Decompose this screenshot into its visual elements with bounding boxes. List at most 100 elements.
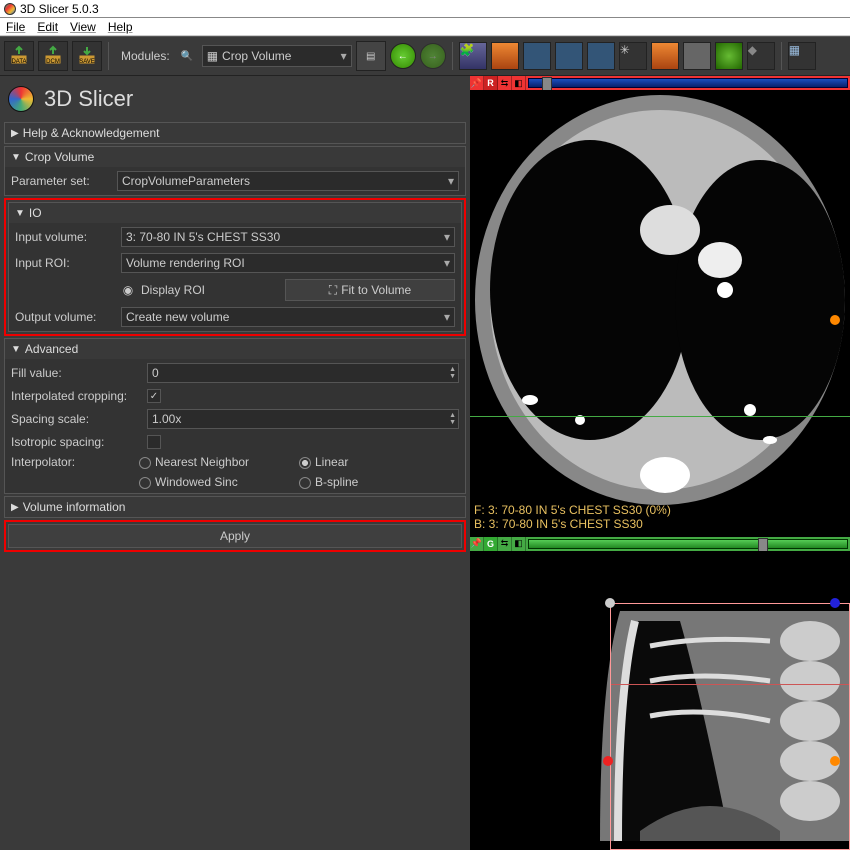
ext-icon-1[interactable]: 🧩 [459, 42, 487, 70]
input-roi-combo[interactable]: Volume rendering ROI [121, 253, 455, 273]
red-slice-controls: 📌 R ⇆ ◧ [470, 76, 850, 90]
toolbar-separator-2 [452, 42, 453, 70]
spacing-scale-input[interactable]: 1.00x▲▼ [147, 409, 459, 429]
radio-nn[interactable]: Nearest Neighbor [139, 455, 299, 469]
red-slice-view[interactable]: 📌 R ⇆ ◧ [470, 76, 850, 537]
roi-box[interactable] [610, 603, 850, 850]
green-slice-view[interactable]: 📌 G ⇆ ◧ [470, 537, 850, 850]
module-search-icon[interactable]: 🔍 [176, 45, 198, 67]
menu-file[interactable]: File [6, 20, 25, 34]
roi-midline [611, 684, 849, 685]
chevron-down-icon: ▼ [11, 344, 21, 355]
output-volume-label: Output volume: [15, 310, 115, 324]
apply-highlight-box: Apply [4, 520, 466, 552]
radio-bspline-label: B-spline [315, 475, 358, 489]
interp-crop-label: Interpolated cropping: [11, 389, 141, 403]
svg-text:DATA: DATA [11, 59, 26, 65]
load-dcm-button[interactable]: DCM [38, 41, 68, 71]
toolbar-separator-3 [781, 42, 782, 70]
overlay-f: F: 3: 70-80 IN 5's CHEST SS30 (0%) [474, 503, 671, 517]
fit-to-volume-button[interactable]: ⛶ Fit to Volume [285, 279, 455, 301]
fit-icon: ⛶ [329, 283, 337, 298]
isotropic-label: Isotropic spacing: [11, 435, 141, 449]
ext-icon-5[interactable] [587, 42, 615, 70]
module-selected-label: Crop Volume [222, 49, 291, 63]
layout-button[interactable]: ▦ [788, 42, 816, 70]
input-roi-label: Input ROI: [15, 256, 115, 270]
brand-title: 3D Slicer [44, 86, 133, 112]
radio-ws-label: Windowed Sinc [155, 475, 238, 489]
ext-icon-2[interactable] [491, 42, 519, 70]
pin-icon[interactable]: 📌 [470, 76, 484, 90]
section-io-title: IO [29, 206, 42, 220]
radio-ws[interactable]: Windowed Sinc [139, 475, 299, 489]
spacing-scale-text: 1.00x [152, 412, 181, 426]
brand-header: 3D Slicer [0, 76, 470, 122]
link-icon[interactable]: ⇆ [498, 537, 512, 551]
input-volume-label: Input volume: [15, 230, 115, 244]
param-set-combo[interactable]: CropVolumeParameters [117, 171, 459, 191]
radio-bspline[interactable]: B-spline [299, 475, 459, 489]
nav-back-button[interactable]: ← [390, 43, 416, 69]
io-highlight-box: ▼ IO Input volume: 3: 70-80 IN 5's CHEST … [4, 198, 466, 336]
menu-help[interactable]: Help [108, 20, 133, 34]
fit-to-volume-label: Fit to Volume [341, 283, 411, 297]
nav-forward-button[interactable]: → [420, 43, 446, 69]
section-volinfo-title: Volume information [23, 500, 126, 514]
link-icon[interactable]: ⇆ [498, 76, 512, 90]
section-advanced-header[interactable]: ▼Advanced [5, 339, 465, 359]
red-slice-slider[interactable] [528, 78, 848, 88]
section-crop-title: Crop Volume [25, 150, 94, 164]
toolbar-separator [108, 42, 109, 70]
fill-value-input[interactable]: 0▲▼ [147, 363, 459, 383]
app-logo-icon [4, 3, 16, 15]
ext-icon-10[interactable]: ◆ [747, 42, 775, 70]
ct-axial-image: F: 3: 70-80 IN 5's CHEST SS30 (0%) B: 3:… [470, 90, 850, 537]
roi-handle[interactable] [830, 315, 840, 325]
load-data-button[interactable]: DATA [4, 41, 34, 71]
output-volume-combo[interactable]: Create new volume [121, 307, 455, 327]
ext-icon-4[interactable] [555, 42, 583, 70]
input-volume-value: 3: 70-80 IN 5's CHEST SS30 [126, 230, 280, 244]
pin-icon[interactable]: 📌 [470, 537, 484, 551]
input-volume-combo[interactable]: 3: 70-80 IN 5's CHEST SS30 [121, 227, 455, 247]
svg-text:DCM: DCM [46, 59, 60, 65]
g-label: G [484, 537, 498, 551]
eye-icon[interactable]: ◧ [512, 76, 526, 90]
eye-icon[interactable]: ◧ [512, 537, 526, 551]
roi-corner-tr[interactable] [830, 598, 840, 608]
titlebar: 3D Slicer 5.0.3 [0, 0, 850, 18]
menubar: File Edit View Help [0, 18, 850, 36]
module-history-button[interactable]: ▤ [356, 41, 386, 71]
radio-linear[interactable]: Linear [299, 455, 459, 469]
ext-icon-7[interactable] [651, 42, 679, 70]
overlay-b: B: 3: 70-80 IN 5's CHEST SS30 [474, 517, 643, 531]
roi-edge-left[interactable] [603, 756, 613, 766]
apply-label: Apply [220, 529, 250, 543]
roi-corner-tl[interactable] [605, 598, 615, 608]
menu-edit[interactable]: Edit [37, 20, 58, 34]
ext-icon-3[interactable] [523, 42, 551, 70]
section-volinfo-header[interactable]: ▶Volume information [5, 497, 465, 517]
ext-icon-8[interactable] [683, 42, 711, 70]
save-button[interactable]: SAVE [72, 41, 102, 71]
menu-view[interactable]: View [70, 20, 96, 34]
window-title: 3D Slicer 5.0.3 [20, 2, 99, 16]
isotropic-checkbox[interactable] [147, 435, 161, 449]
section-io-header[interactable]: ▼ IO [9, 203, 461, 223]
green-slice-slider[interactable] [528, 539, 848, 549]
ext-icon-6[interactable]: ✳ [619, 42, 647, 70]
module-selector[interactable]: ▦Crop Volume [202, 45, 352, 67]
chevron-down-icon: ▼ [15, 208, 25, 219]
section-help-header[interactable]: ▶Help & Acknowledgement [5, 123, 465, 143]
display-roi-label: Display ROI [141, 283, 205, 297]
radio-linear-label: Linear [315, 455, 348, 469]
section-help-title: Help & Acknowledgement [23, 126, 160, 140]
roi-edge-right[interactable] [830, 756, 840, 766]
eye-icon[interactable]: ◉ [121, 283, 135, 297]
section-crop-header[interactable]: ▼Crop Volume [5, 147, 465, 167]
ext-icon-9[interactable] [715, 42, 743, 70]
interp-crop-checkbox[interactable]: ✓ [147, 389, 161, 403]
apply-button[interactable]: Apply [8, 524, 462, 548]
section-crop: ▼Crop Volume Parameter set: CropVolumePa… [4, 146, 466, 196]
